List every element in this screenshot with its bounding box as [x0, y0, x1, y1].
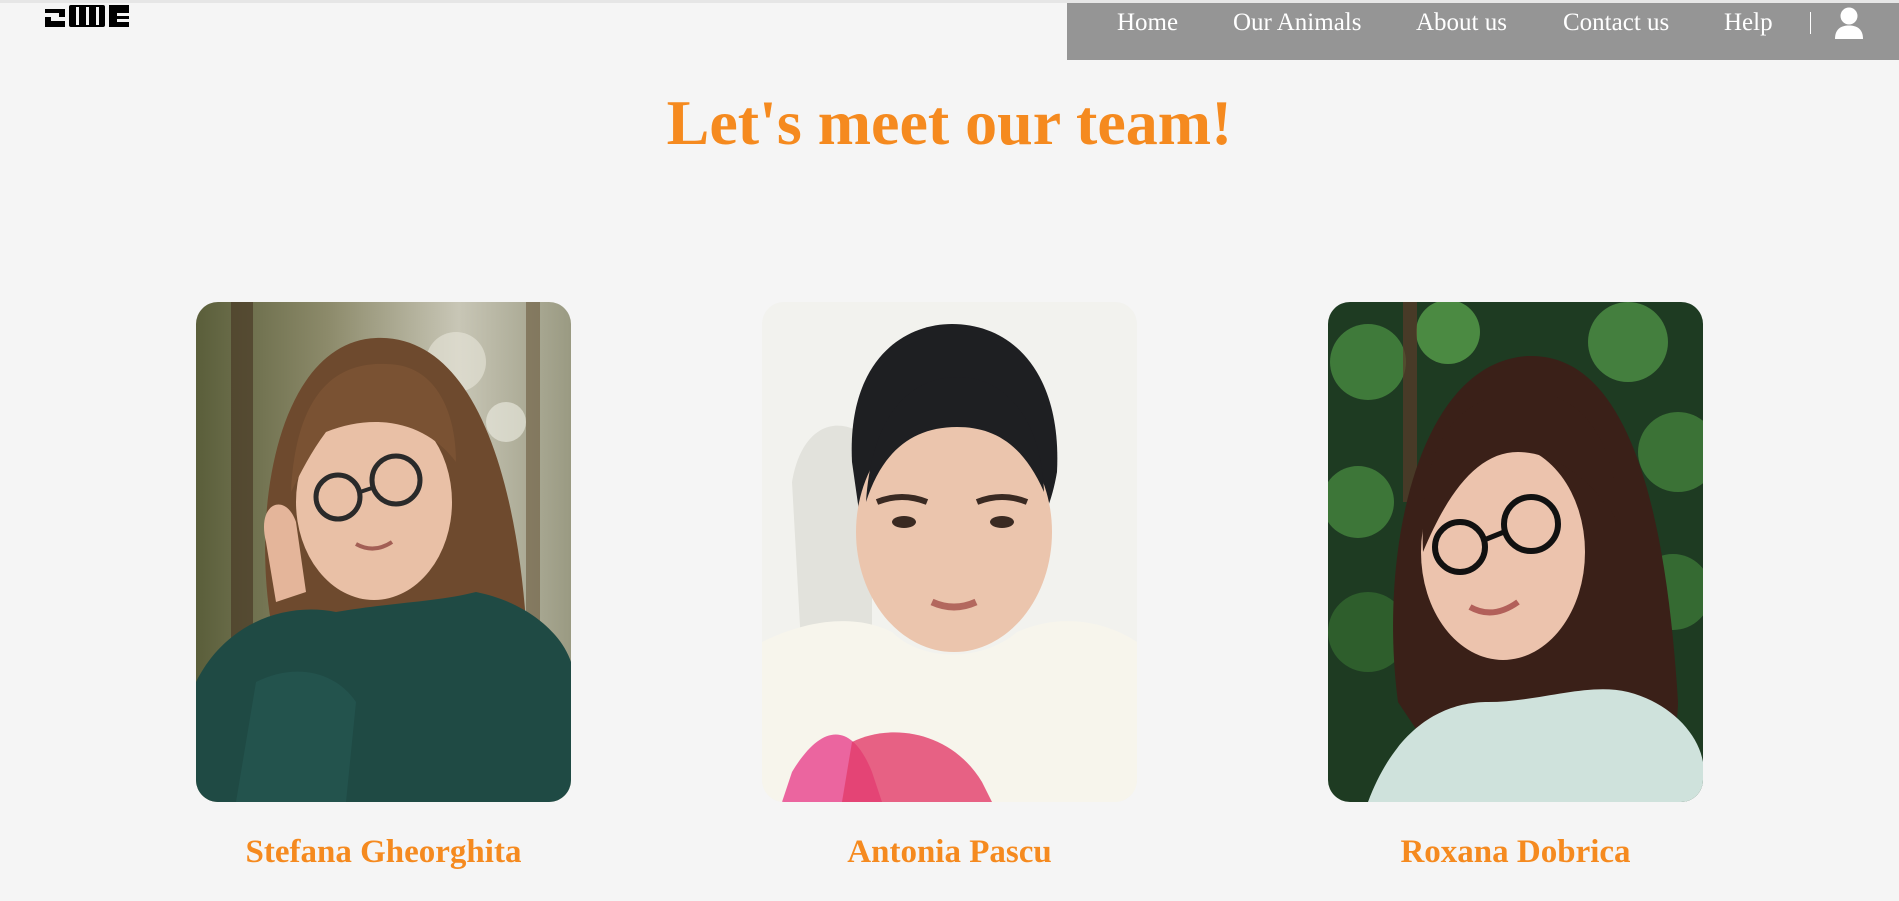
- team-member-card: Roxana Dobrica: [1328, 302, 1703, 870]
- member-name: Stefana Gheorghita: [245, 834, 522, 870]
- team-member-card: Antonia Pascu: [762, 302, 1137, 870]
- member-photo: [1328, 302, 1703, 802]
- site-logo[interactable]: [43, 3, 131, 27]
- nav-contact-us[interactable]: Contact us: [1563, 9, 1669, 37]
- member-name: Antonia Pascu: [847, 834, 1052, 870]
- page-title: Let's meet our team!: [666, 87, 1233, 158]
- member-photo: [196, 302, 571, 802]
- nav-help[interactable]: Help: [1724, 9, 1773, 37]
- nav-about-us[interactable]: About us: [1416, 9, 1507, 37]
- user-icon[interactable]: [1834, 6, 1864, 40]
- nav-our-animals[interactable]: Our Animals: [1233, 9, 1361, 37]
- member-name: Roxana Dobrica: [1400, 834, 1631, 870]
- main-navbar: Home Our Animals About us Contact us Hel…: [1067, 3, 1899, 60]
- nav-home[interactable]: Home: [1117, 9, 1178, 37]
- nav-divider: [1810, 12, 1811, 34]
- team-member-card: Stefana Gheorghita: [196, 302, 571, 870]
- member-photo: [762, 302, 1137, 802]
